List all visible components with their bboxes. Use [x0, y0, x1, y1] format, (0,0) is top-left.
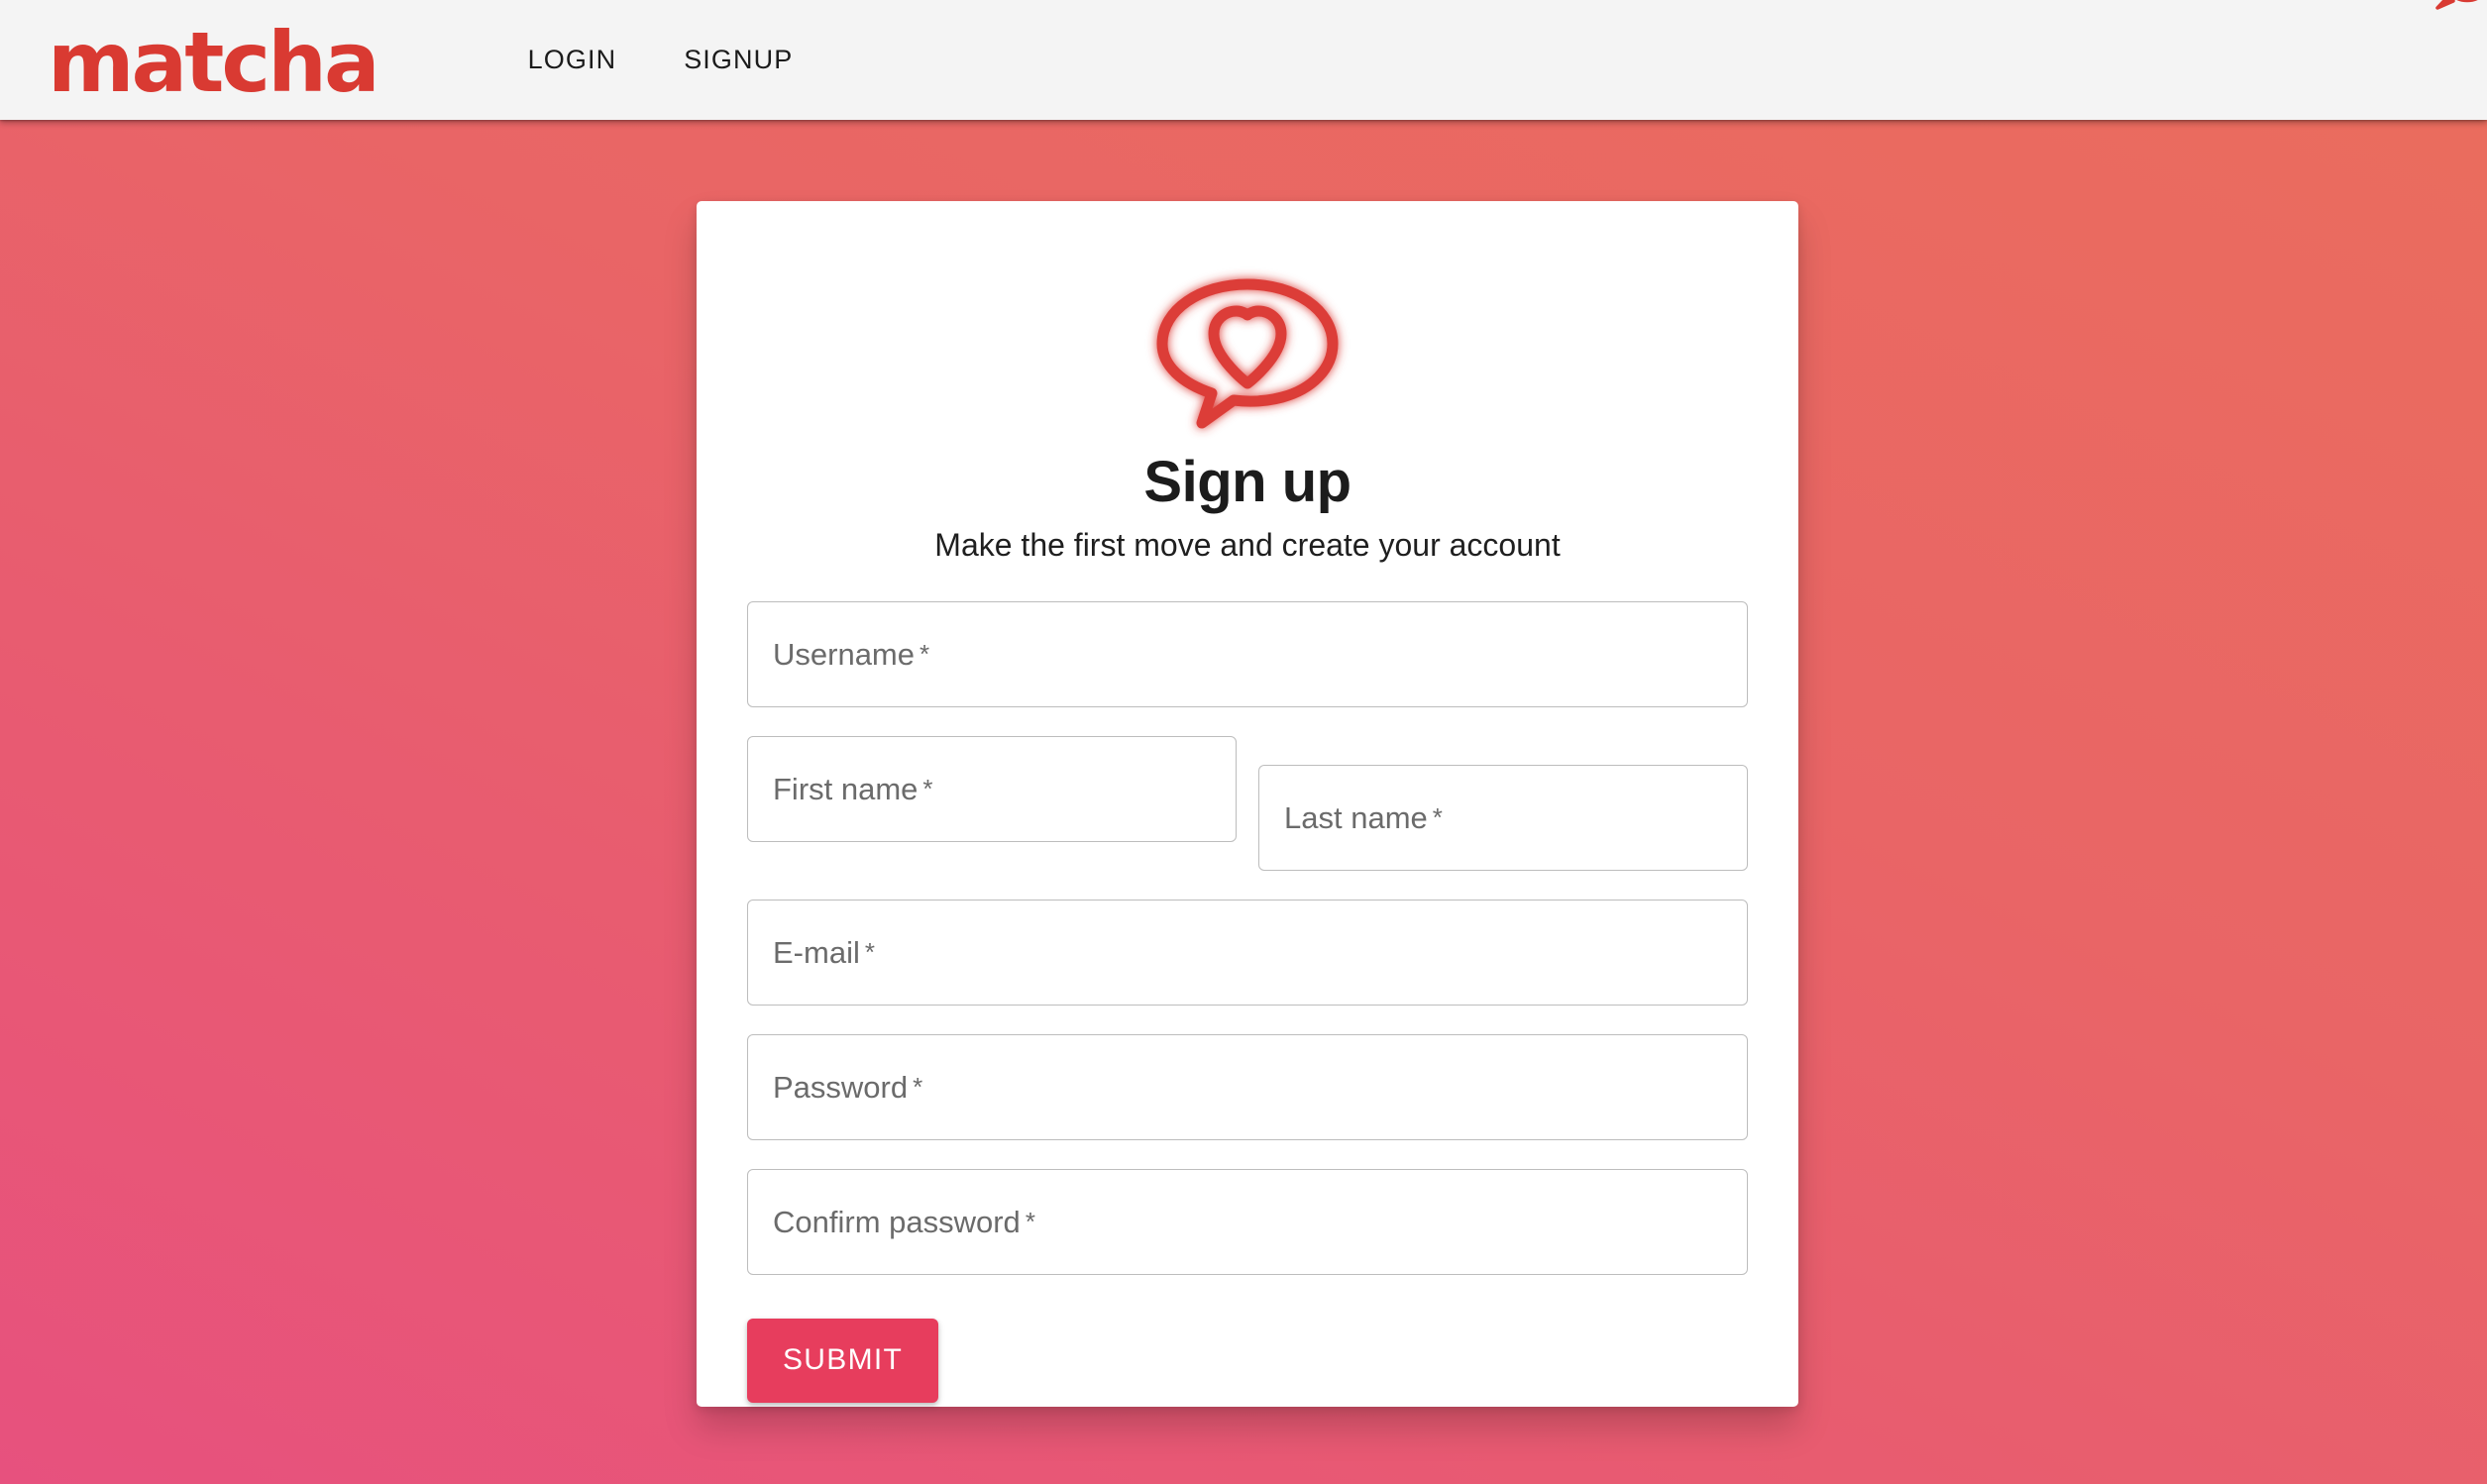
nav-link-login[interactable]: LOGIN: [494, 29, 651, 91]
submit-row: SUBMIT: [747, 1319, 1748, 1403]
password-field-label: Password *: [773, 1069, 923, 1105]
email-field[interactable]: E-mail *: [747, 900, 1748, 1006]
username-field-label: Username *: [773, 636, 930, 672]
page-title: Sign up: [1143, 450, 1352, 514]
confirm-password-field-label: Confirm password *: [773, 1204, 1035, 1239]
heart-speech-bubble-icon: [2435, 0, 2478, 10]
brand-logo[interactable]: matcha: [48, 0, 2478, 120]
last-name-field[interactable]: Last name *: [1258, 765, 1748, 871]
signup-card: Sign up Make the first move and create y…: [697, 201, 1798, 1407]
nav-link-signup[interactable]: SIGNUP: [650, 29, 826, 91]
brand-wordmark-text: matcha: [48, 14, 380, 112]
submit-button[interactable]: SUBMIT: [747, 1319, 939, 1403]
name-field-row: First name * Last name *: [747, 736, 1748, 871]
last-name-field-label: Last name *: [1284, 799, 1443, 835]
page-background: matcha LOGIN SIGNUP Sign up Make the fir…: [0, 0, 2487, 1484]
first-name-field-label: First name *: [773, 771, 933, 806]
confirm-password-field[interactable]: Confirm password *: [747, 1169, 1748, 1275]
top-navbar: matcha LOGIN SIGNUP: [0, 0, 2487, 120]
page-subtitle: Make the first move and create your acco…: [934, 527, 1561, 563]
username-field[interactable]: Username *: [747, 601, 1748, 707]
heart-speech-bubble-icon: [1156, 278, 1339, 429]
email-field-label: E-mail *: [773, 934, 875, 970]
password-field[interactable]: Password *: [747, 1034, 1748, 1140]
signup-form: Username * First name * Last name * E-mail *…: [747, 601, 1748, 1403]
first-name-field[interactable]: First name *: [747, 736, 1237, 842]
navbar-links: LOGIN SIGNUP: [494, 29, 827, 91]
